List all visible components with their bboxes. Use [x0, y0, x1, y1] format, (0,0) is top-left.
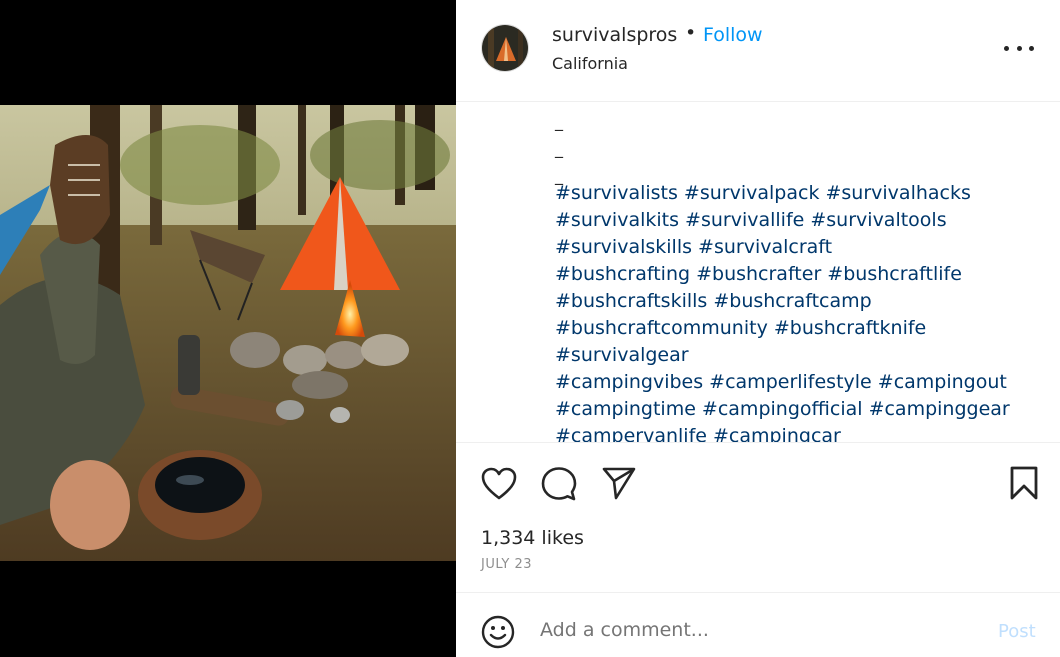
hashtag-line[interactable]: #campingvibes #camperlifestyle #campingo… [555, 369, 1025, 396]
post-date[interactable]: JULY 23 [481, 557, 532, 572]
hashtag-line[interactable]: #campervanlife #campingcar [555, 423, 1025, 442]
hashtag-line[interactable]: #survivalkits #survivallife #survivaltoo… [555, 207, 1025, 234]
post-detail-panel: survivalspros • Follow California _ _ _ … [456, 0, 1060, 657]
follow-button[interactable]: Follow [703, 24, 763, 46]
hashtag-line[interactable]: #survivalskills #survivalcraft [555, 234, 1025, 261]
location-link[interactable]: California [552, 54, 628, 73]
caption-area: _ _ _ #survivalists #survivalpack #survi… [456, 102, 1060, 442]
comment-input[interactable] [540, 619, 960, 641]
comment-bar: Post [456, 592, 1060, 657]
separator-dot: • [685, 22, 697, 44]
username-link[interactable]: survivalspros [552, 24, 677, 46]
post-header: survivalspros • Follow California [456, 0, 1060, 102]
hashtag-line[interactable]: #bushcrafting #bushcrafter #bushcraftlif… [555, 261, 1025, 288]
likes-count[interactable]: 1,334 likes [481, 527, 584, 549]
caption-dash: _ [555, 139, 563, 158]
post-photo[interactable] [0, 105, 456, 561]
avatar[interactable] [481, 24, 529, 72]
caption-dash: _ [555, 112, 563, 131]
hashtag-line[interactable]: #survivalgear [555, 342, 1025, 369]
smiley-icon[interactable] [481, 615, 515, 653]
action-bar: 1,334 likes JULY 23 [456, 442, 1060, 592]
hashtag-line[interactable]: #bushcraftskills #bushcraftcamp [555, 288, 1025, 315]
hashtag-line[interactable]: #survivalists #survivalpack #survivalhac… [555, 180, 1025, 207]
more-dot [1029, 45, 1034, 51]
heart-icon[interactable] [481, 467, 517, 505]
post-media [0, 0, 456, 657]
caption-dashes: _ _ _ [555, 108, 563, 189]
hashtag-line[interactable]: #campingtime #campingofficial #campingge… [555, 396, 1025, 423]
more-options-icon[interactable] [1004, 38, 1034, 58]
hashtag-line[interactable]: #bushcraftcommunity #bushcraftknife [555, 315, 1025, 342]
more-dot [1016, 45, 1022, 51]
hashtag-list: #survivalists #survivalpack #survivalhac… [555, 180, 1025, 442]
more-dot [1004, 45, 1009, 51]
comment-bubble-icon[interactable] [541, 466, 577, 506]
bookmark-icon[interactable] [1009, 466, 1039, 504]
paper-plane-icon[interactable] [602, 467, 636, 505]
post-comment-button[interactable]: Post [998, 621, 1036, 642]
